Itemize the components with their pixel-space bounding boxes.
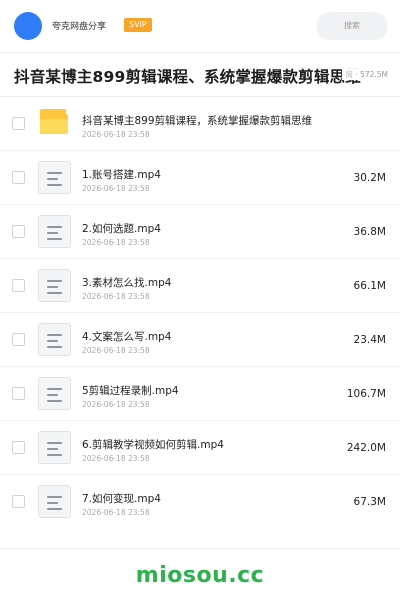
file-date: 2026-06-18 23:58 [82,238,150,247]
watermark: miosou.cc [135,563,265,588]
file-name[interactable]: 2.如何选题.mp4 [82,221,161,236]
select-checkbox[interactable] [12,387,25,400]
file-size: 66.1M [353,280,386,292]
video-file-icon [38,323,71,356]
file-name[interactable]: 6.剪辑教学视频如何剪辑.mp4 [82,437,224,452]
total-size: 572.5M [360,70,388,79]
file-name[interactable]: 3.素材怎么找.mp4 [82,275,171,290]
title-row: 抖音某博主899剪辑课程、系统掌握爆款剪辑思维 简 · 572.5M [0,53,400,96]
footer-divider [0,548,400,549]
list-item[interactable]: 3.素材怎么找.mp4 2026-06-18 23:58 66.1M [0,259,400,313]
file-date: 2026-06-18 23:58 [82,130,150,139]
avatar[interactable] [14,12,42,40]
select-checkbox[interactable] [12,171,25,184]
page-title: 抖音某博主899剪辑课程、系统掌握爆款剪辑思维 [14,68,361,86]
select-checkbox[interactable] [12,117,25,130]
folder-icon [38,107,71,140]
list-item[interactable]: 6.剪辑教学视频如何剪辑.mp4 2026-06-18 23:58 242.0M [0,421,400,475]
select-checkbox[interactable] [12,225,25,238]
file-date: 2026-06-18 23:58 [82,292,150,301]
title-meta-separator: · [355,70,358,79]
file-size: 23.4M [353,334,386,346]
list-item[interactable]: 5剪辑过程录制.mp4 2026-06-18 23:58 106.7M [0,367,400,421]
list-item[interactable]: 2.如何选题.mp4 2026-06-18 23:58 36.8M [0,205,400,259]
title-meta-faded: 简 [345,70,353,79]
video-file-icon [38,215,71,248]
video-file-icon [38,269,71,302]
list-item[interactable]: 4.文案怎么写.mp4 2026-06-18 23:58 23.4M [0,313,400,367]
list-item[interactable]: 1.账号搭建.mp4 2026-06-18 23:58 30.2M [0,151,400,205]
file-size: 106.7M [346,388,386,400]
file-date: 2026-06-18 23:58 [82,346,150,355]
header: 夸克网盘分享 SVIP 搜索 [0,0,400,52]
user-name[interactable]: 夸克网盘分享 [52,19,106,32]
list-item[interactable]: 7.如何变现.mp4 2026-06-18 23:58 67.3M [0,475,400,529]
file-date: 2026-06-18 23:58 [82,400,150,409]
file-name[interactable]: 7.如何变现.mp4 [82,491,161,506]
select-checkbox[interactable] [12,441,25,454]
svip-badge: SVIP [124,18,152,32]
file-name[interactable]: 5剪辑过程录制.mp4 [82,383,179,398]
video-file-icon [38,485,71,518]
video-file-icon [38,377,71,410]
file-size: 36.8M [353,226,386,238]
title-meta: 简 · 572.5M [342,69,388,80]
select-checkbox[interactable] [12,495,25,508]
list-item[interactable]: 抖音某博主899剪辑课程，系统掌握爆款剪辑思维 2026-06-18 23:58 [0,97,400,151]
video-file-icon [38,161,71,194]
file-size: 30.2M [353,172,386,184]
file-name[interactable]: 1.账号搭建.mp4 [82,167,161,182]
search-input[interactable]: 搜索 [316,12,388,40]
file-date: 2026-06-18 23:58 [82,508,150,517]
file-date: 2026-06-18 23:58 [82,454,150,463]
file-date: 2026-06-18 23:58 [82,184,150,193]
file-size: 67.3M [353,496,386,508]
select-checkbox[interactable] [12,333,25,346]
file-size: 242.0M [346,442,386,454]
file-name[interactable]: 抖音某博主899剪辑课程，系统掌握爆款剪辑思维 [82,113,312,128]
file-name[interactable]: 4.文案怎么写.mp4 [82,329,171,344]
select-checkbox[interactable] [12,279,25,292]
video-file-icon [38,431,71,464]
file-list: 抖音某博主899剪辑课程，系统掌握爆款剪辑思维 2026-06-18 23:58… [0,97,400,529]
